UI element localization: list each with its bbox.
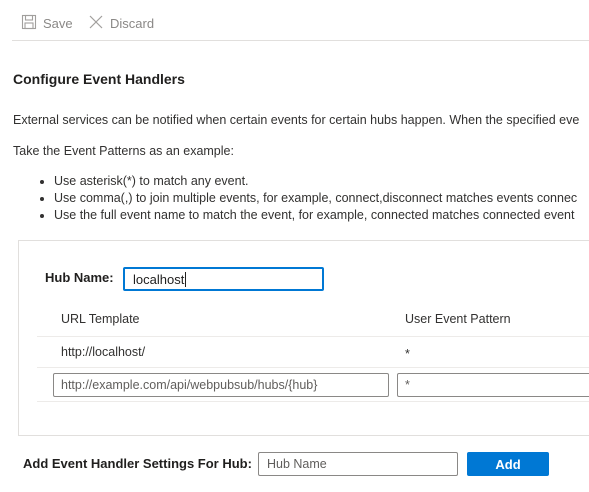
save-label: Save bbox=[43, 16, 73, 31]
pattern-bullet-list: Use asterisk(*) to match any event. Use … bbox=[37, 173, 577, 224]
row-url-cell: http://localhost/ bbox=[61, 345, 146, 359]
hub-name-value: localhost bbox=[133, 271, 185, 287]
add-hub-label: Add Event Handler Settings For Hub: bbox=[23, 456, 252, 471]
url-template-value: http://example.com/api/webpubsub/hubs/{h… bbox=[61, 378, 318, 392]
row-pattern-cell: * bbox=[405, 347, 410, 361]
close-icon bbox=[88, 14, 104, 33]
discard-label: Discard bbox=[110, 16, 155, 31]
hub-name-placeholder: Hub Name bbox=[267, 457, 327, 471]
page-title: Configure Event Handlers bbox=[13, 71, 185, 87]
add-button-label: Add bbox=[495, 456, 521, 472]
intro-text: External services can be notified when c… bbox=[13, 113, 580, 127]
hub-name-field[interactable]: Hub Name bbox=[258, 452, 458, 476]
save-button[interactable]: Save bbox=[21, 14, 73, 33]
example-intro: Take the Event Patterns as an example: bbox=[13, 144, 234, 158]
text-caret bbox=[185, 271, 187, 287]
column-header-url-template: URL Template bbox=[61, 312, 140, 326]
column-header-user-event-pattern: User Event Pattern bbox=[405, 312, 511, 326]
url-template-input[interactable]: http://example.com/api/webpubsub/hubs/{h… bbox=[53, 373, 389, 397]
hub-name-input[interactable]: localhost bbox=[123, 267, 324, 291]
hub-name-label: Hub Name: bbox=[45, 270, 114, 285]
discard-button[interactable]: Discard bbox=[88, 14, 154, 33]
add-button[interactable]: Add bbox=[467, 452, 549, 476]
bullet-item: Use the full event name to match the eve… bbox=[37, 207, 577, 224]
bullet-item: Use comma(,) to join multiple events, fo… bbox=[37, 190, 577, 207]
table-row-divider bbox=[37, 367, 589, 368]
toolbar-divider bbox=[12, 40, 589, 41]
save-icon bbox=[21, 14, 37, 33]
bullet-item: Use asterisk(*) to match any event. bbox=[37, 173, 577, 190]
table-header-divider bbox=[37, 336, 589, 337]
user-event-pattern-input[interactable]: * bbox=[397, 373, 589, 397]
table-bottom-divider bbox=[37, 401, 589, 402]
user-event-pattern-value: * bbox=[405, 378, 410, 392]
